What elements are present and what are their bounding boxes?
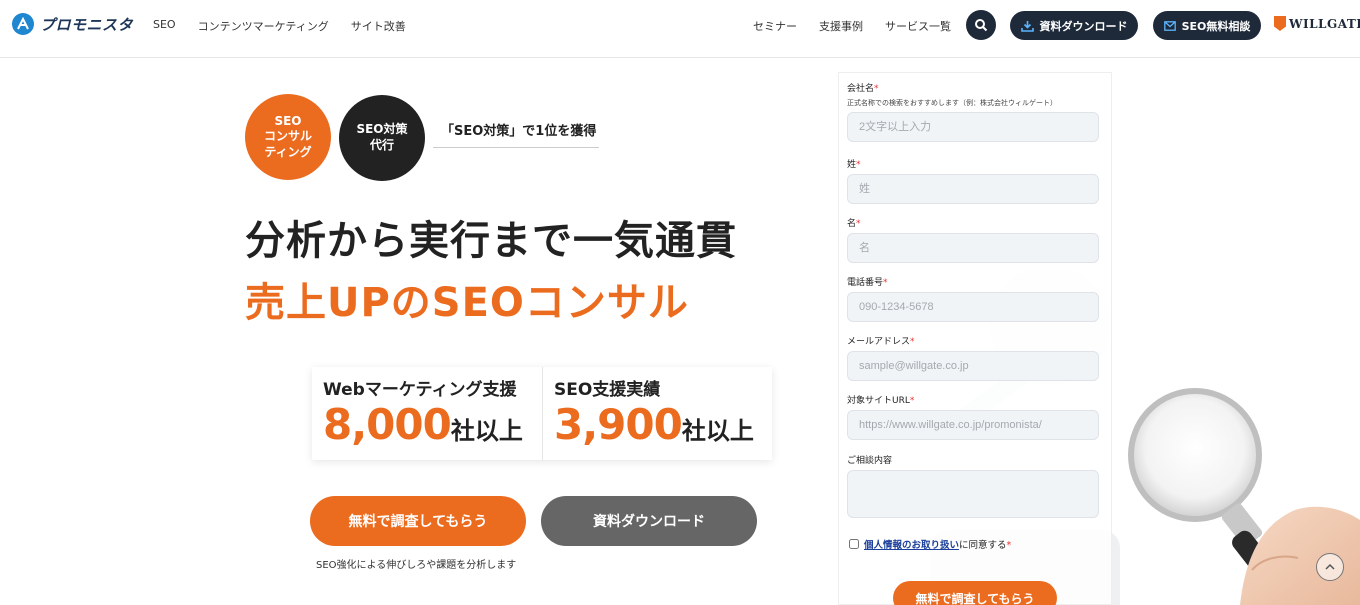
privacy-consent-checkbox[interactable] (849, 539, 859, 549)
required-mark: * (856, 219, 861, 229)
stat-label: Webマーケティング支援 (323, 380, 517, 400)
first-name-label: 名 (847, 219, 857, 229)
required-mark: * (883, 278, 888, 288)
site-url-input[interactable] (847, 410, 1099, 440)
seo-consulting-badge-text: SEO コンサル ティング (263, 113, 312, 159)
last-name-input[interactable] (847, 174, 1099, 204)
inquiry-field: ご相談内容 (847, 453, 1099, 522)
stat-value: 3,900社以上 (554, 400, 772, 449)
company-label: 会社名 (847, 84, 875, 94)
chevron-up-icon (1325, 563, 1335, 570)
required-mark: * (1006, 540, 1012, 551)
free-survey-button[interactable]: 無料で調査してもらう (310, 496, 526, 546)
last-name-label: 姓 (847, 160, 857, 170)
company-hint: 正式名称での検索をおすすめします（例：株式会社ウィルゲート） (847, 99, 1057, 107)
primary-nav: SEO コンテンツマーケティング サイト改善 (153, 18, 406, 34)
download-materials-label: 資料ダウンロード (1039, 19, 1128, 33)
phone-field: 電話番号* (847, 275, 1099, 322)
stat-seo-support: SEO支援実績 3,900社以上 (542, 367, 772, 460)
willgate-logo[interactable]: WILLGATE (1274, 16, 1360, 31)
nav-item-seo[interactable]: SEO (153, 18, 176, 34)
willgate-logo-text: WILLGATE (1289, 16, 1360, 31)
download-document-button[interactable]: 資料ダウンロード (541, 496, 757, 546)
privacy-policy-link[interactable]: 個人情報のお取り扱い (864, 540, 959, 551)
search-button[interactable] (966, 10, 996, 40)
company-field: 会社名* 正式名称での検索をおすすめします（例：株式会社ウィルゲート） (847, 81, 1099, 142)
stat-number: 3,900 (554, 400, 683, 449)
nav-item-content-marketing[interactable]: コンテンツマーケティング (198, 18, 329, 34)
email-label: メールアドレス (847, 337, 911, 347)
consultation-form: 会社名* 正式名称での検索をおすすめします（例：株式会社ウィルゲート） 姓* 名… (838, 72, 1112, 605)
required-mark: * (874, 84, 879, 94)
nav-item-case-studies[interactable]: 支援事例 (819, 18, 863, 34)
site-url-field: 対象サイトURL* (847, 393, 1099, 440)
seo-free-consult-button[interactable]: SEO無料相談 (1153, 11, 1261, 40)
search-icon (975, 19, 988, 32)
stat-web-marketing: Webマーケティング支援 8,000社以上 (312, 367, 542, 460)
site-url-label: 対象サイトURL (847, 396, 910, 406)
email-field: メールアドレス* (847, 334, 1099, 381)
secondary-nav: セミナー 支援事例 サービス一覧 (753, 18, 951, 34)
inquiry-textarea[interactable] (847, 470, 1099, 518)
tagline: 「SEO対策」で1位を獲得 (433, 112, 599, 148)
last-name-field: 姓* (847, 157, 1099, 204)
required-mark: * (909, 396, 915, 406)
email-input[interactable] (847, 351, 1099, 381)
stat-label: SEO支援実績 (554, 380, 661, 400)
headline-primary: 分析から実行まで一気通貫 (245, 218, 737, 264)
first-name-field: 名* (847, 216, 1099, 263)
stat-value: 8,000社以上 (323, 400, 542, 449)
cta-note: SEO強化による伸びしろや課題を分析します (316, 560, 517, 571)
first-name-input[interactable] (847, 233, 1099, 263)
scroll-to-top-button[interactable] (1316, 553, 1344, 581)
inquiry-label: ご相談内容 (847, 456, 893, 466)
seo-free-consult-label: SEO無料相談 (1181, 19, 1251, 33)
required-mark: * (856, 160, 861, 170)
stat-unit: 社以上 (450, 417, 523, 445)
company-input[interactable] (847, 112, 1099, 142)
nav-item-site-improvement[interactable]: サイト改善 (351, 18, 406, 34)
phone-input[interactable] (847, 292, 1099, 322)
download-materials-button[interactable]: 資料ダウンロード (1010, 11, 1138, 40)
willgate-shield-icon (1274, 16, 1286, 31)
nav-item-services[interactable]: サービス一覧 (885, 18, 951, 34)
headline-accent: 売上UPのSEOコンサル (245, 280, 689, 326)
achievement-stats: Webマーケティング支援 8,000社以上 SEO支援実績 3,900社以上 (312, 367, 772, 460)
privacy-consent-text: に同意する (959, 540, 1007, 551)
seo-agency-badge-text: SEO対策 代行 (356, 122, 408, 152)
phone-label: 電話番号 (847, 278, 884, 288)
stat-unit: 社以上 (681, 417, 754, 445)
form-submit-button[interactable]: 無料で調査してもらう (893, 581, 1057, 605)
mail-icon (1163, 20, 1176, 31)
nav-item-seminar[interactable]: セミナー (753, 18, 797, 34)
site-header: プロモニスタ SEO コンテンツマーケティング サイト改善 セミナー 支援事例 … (0, 0, 1360, 58)
download-icon (1020, 20, 1034, 32)
privacy-consent[interactable]: 個人情報のお取り扱いに同意する* (849, 537, 1011, 551)
promonista-logo[interactable]: プロモニスタ (12, 13, 133, 35)
required-mark: * (910, 337, 915, 347)
logo-text: プロモニスタ (40, 15, 134, 34)
seo-agency-badge: SEO対策 代行 (339, 95, 425, 181)
stat-number: 8,000 (323, 400, 452, 449)
logo-mark-icon (12, 13, 34, 35)
seo-consulting-badge: SEO コンサル ティング (245, 94, 331, 180)
